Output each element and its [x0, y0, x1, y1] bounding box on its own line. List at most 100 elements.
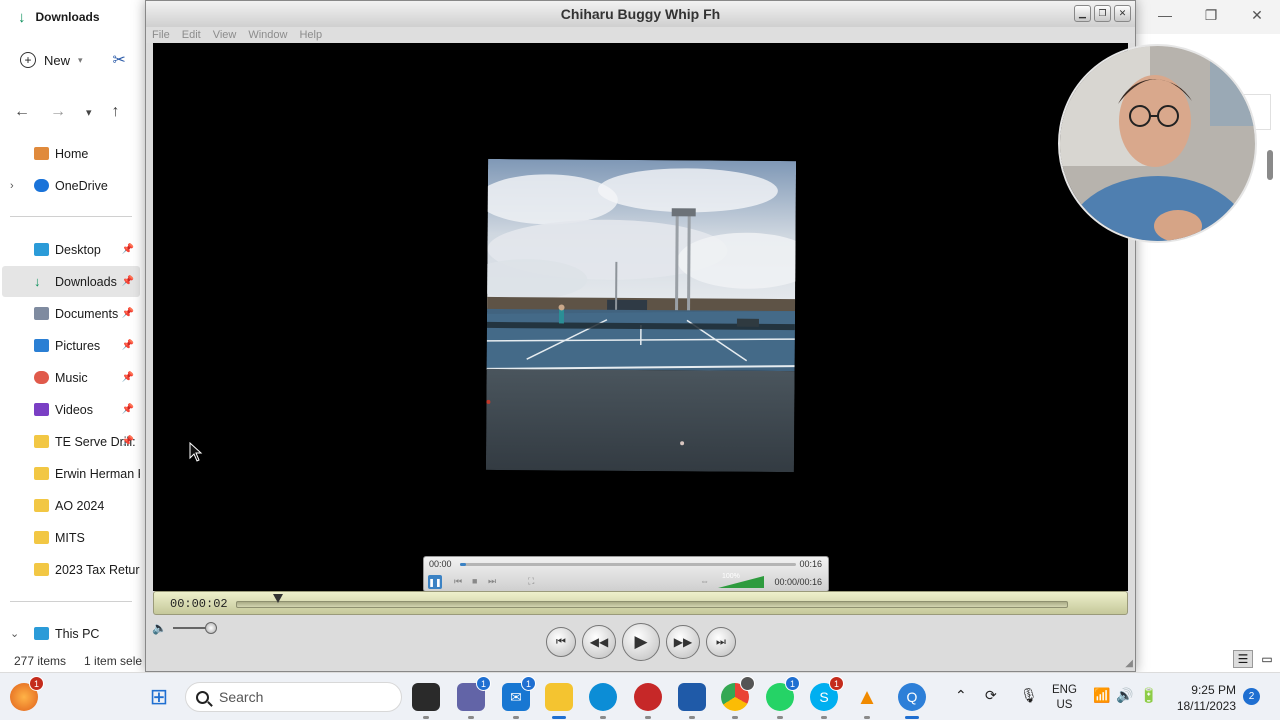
pin-icon[interactable]: 📌: [122, 436, 134, 447]
play-button[interactable]: ▶: [622, 623, 660, 661]
notification-center-badge[interactable]: 2: [1243, 688, 1260, 705]
sidebar-item-pictures[interactable]: Pictures 📌: [2, 330, 140, 361]
sidebar-item-label: AO 2024: [55, 498, 105, 513]
quicktime-icon[interactable]: Q: [898, 683, 926, 719]
folder-icon: [34, 531, 49, 544]
explorer-tab[interactable]: ↓ Downloads: [0, 0, 145, 34]
maximize-button[interactable]: ❐: [1094, 5, 1111, 22]
recent-locations-chevron-icon[interactable]: ▾: [86, 106, 92, 119]
taskbar-clock[interactable]: 9:25 PM 18/11/2023: [1170, 682, 1236, 714]
go-to-end-icon: ⏭: [716, 635, 726, 648]
stop-icon[interactable]: ■: [472, 576, 477, 586]
sidebar-item-desktop[interactable]: Desktop 📌: [2, 234, 140, 265]
sidebar-item-folder[interactable]: AO 2024: [2, 490, 140, 521]
sidebar-item-folder[interactable]: TE Serve Drill: 📌: [2, 426, 140, 457]
pause-icon[interactable]: ❚❚: [428, 575, 442, 589]
sidebar-item-home[interactable]: Home: [2, 138, 140, 169]
wifi-icon[interactable]: 📶: [1093, 687, 1110, 704]
volume-slider-track[interactable]: [172, 622, 217, 634]
pin-icon[interactable]: 📌: [122, 340, 134, 351]
restore-button[interactable]: ❐: [1188, 0, 1234, 30]
sidebar-item-folder[interactable]: MITS: [2, 522, 140, 553]
sidebar-item-downloads[interactable]: ↓ Downloads 📌: [2, 266, 140, 297]
sidebar-item-videos[interactable]: Videos 📌: [2, 394, 140, 425]
video-area[interactable]: 00:00 00:16 ❚❚ ⏮ ■ ⏭ ⛶ ⇔ 100% 00:00/00:1…: [153, 43, 1128, 591]
file-explorer-icon[interactable]: [545, 683, 573, 719]
player-titlebar[interactable]: Chiharu Buggy Whip Fh ▁ ❐ ✕: [146, 1, 1135, 27]
document-icon: [34, 307, 49, 320]
close-button[interactable]: ✕: [1234, 0, 1280, 30]
embedded-volume-slider[interactable]: 100%: [718, 573, 764, 588]
task-view-icon[interactable]: [412, 683, 440, 719]
close-button[interactable]: ✕: [1114, 5, 1131, 22]
show-hidden-icons-chevron-icon[interactable]: ⌃: [955, 687, 967, 704]
sync-icon[interactable]: ⟳: [985, 687, 997, 704]
pin-icon[interactable]: 📌: [122, 308, 134, 319]
sidebar-item-music[interactable]: Music 📌: [2, 362, 140, 393]
pin-icon[interactable]: 📌: [122, 276, 134, 287]
battery-icon[interactable]: 🔋: [1140, 687, 1157, 704]
input-language-indicator[interactable]: ENG US: [1052, 683, 1077, 713]
taskbar-search[interactable]: Search: [185, 682, 402, 712]
menu-edit[interactable]: Edit: [182, 29, 201, 41]
skip-forward-icon[interactable]: ⏭: [488, 576, 496, 587]
pin-icon[interactable]: 📌: [122, 372, 134, 383]
music-icon: [34, 371, 49, 384]
menu-view[interactable]: View: [213, 29, 237, 41]
chrome-icon[interactable]: [721, 676, 755, 719]
go-to-end-button[interactable]: ⏭: [706, 627, 736, 657]
edge-browser-icon[interactable]: [589, 683, 617, 719]
minimize-button[interactable]: —: [1142, 0, 1188, 30]
rewind-button[interactable]: ◀◀: [582, 625, 616, 659]
windows-start-icon[interactable]: ⊞: [145, 683, 173, 711]
whatsapp-icon[interactable]: 1: [766, 676, 800, 719]
fast-forward-button[interactable]: ▶▶: [666, 625, 700, 659]
mail-icon[interactable]: ✉ 1: [502, 676, 536, 719]
mute-icon[interactable]: ⇔: [700, 576, 709, 586]
app-blue-icon[interactable]: [678, 683, 706, 719]
menu-window[interactable]: Window: [248, 29, 287, 41]
skype-icon[interactable]: S1: [810, 676, 844, 719]
running-indicator: [645, 716, 651, 719]
player-menubar: File Edit View Window Help: [146, 27, 1135, 43]
sidebar-item-label: 2023 Tax Return: [55, 562, 140, 577]
folder-icon: [34, 467, 49, 480]
embedded-progress-track[interactable]: [460, 563, 796, 566]
sidebar-item-folder[interactable]: Erwin Herman Kı: [2, 458, 140, 489]
scrubber-track[interactable]: [236, 601, 1068, 608]
cloud-icon: [34, 179, 49, 192]
menu-file[interactable]: File: [152, 29, 170, 41]
sidebar-divider: [10, 601, 132, 602]
app-red-icon[interactable]: [634, 683, 662, 719]
pin-icon[interactable]: 📌: [122, 404, 134, 415]
cut-icon[interactable]: ✂: [113, 50, 126, 70]
fullscreen-icon[interactable]: ⛶: [528, 576, 534, 587]
vlc-icon[interactable]: ▲: [853, 683, 881, 719]
teams-icon[interactable]: 1: [457, 676, 491, 719]
skip-back-icon[interactable]: ⏮: [454, 576, 462, 587]
sidebar-item-documents[interactable]: Documents 📌: [2, 298, 140, 329]
volume-slider-knob[interactable]: [204, 622, 217, 634]
weather-widget-icon[interactable]: 1: [10, 676, 44, 711]
tiles-view-icon[interactable]: ▭: [1257, 650, 1277, 668]
chevron-down-icon[interactable]: ⌄: [10, 627, 19, 640]
new-button[interactable]: + New ▾: [20, 52, 83, 68]
chevron-right-icon[interactable]: ›: [10, 180, 14, 192]
sidebar-item-folder[interactable]: 2023 Tax Return: [2, 554, 140, 585]
details-view-icon[interactable]: ☰: [1233, 650, 1253, 668]
running-indicator: [777, 716, 783, 719]
minimize-button[interactable]: ▁: [1074, 5, 1091, 22]
sidebar-item-this-pc[interactable]: ⌄ This PC: [2, 618, 140, 649]
go-to-start-button[interactable]: ⏮: [546, 627, 576, 657]
back-arrow-icon[interactable]: ←: [14, 103, 30, 121]
resize-grip-icon[interactable]: ◢: [1125, 658, 1133, 669]
forward-arrow-icon[interactable]: →: [50, 103, 66, 121]
microphone-icon[interactable]: 🎙: [1020, 687, 1038, 704]
pin-icon[interactable]: 📌: [122, 244, 134, 255]
playhead-marker[interactable]: [272, 594, 283, 603]
menu-help[interactable]: Help: [299, 29, 322, 41]
vertical-scrollbar[interactable]: [1267, 150, 1273, 180]
volume-icon[interactable]: 🔊: [1116, 687, 1133, 704]
sidebar-item-onedrive[interactable]: › OneDrive: [2, 170, 140, 201]
up-arrow-icon[interactable]: ↑: [112, 103, 120, 121]
